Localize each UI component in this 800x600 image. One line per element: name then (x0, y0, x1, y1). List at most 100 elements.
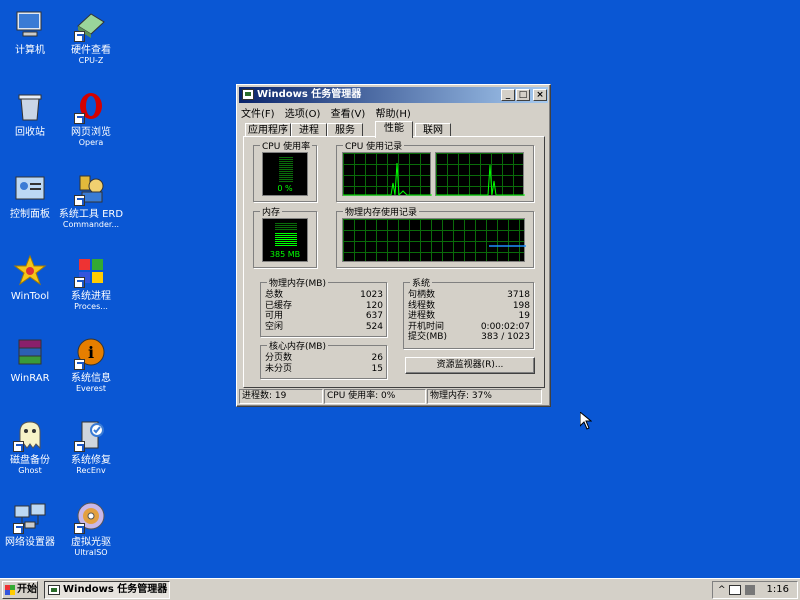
memory-history-group: 物理内存使用记录 (336, 205, 534, 268)
desktop-icon-opera[interactable]: 网页浏览 Opera (56, 90, 126, 147)
desktop-icon-label: 系统进程 (71, 291, 111, 302)
kernel-memory-list: 分页数 26 未分页 15 (265, 353, 383, 374)
tab-networking[interactable]: 联网 (415, 123, 451, 137)
cpu-usage-group: CPU 使用率 0 % (253, 139, 317, 202)
list-item: 线程数 198 (408, 300, 530, 311)
menu-options[interactable]: 选项(O) (285, 109, 321, 120)
desktop-icon-sublabel: RecEnv (76, 466, 106, 475)
start-button[interactable]: 开始 (2, 581, 38, 599)
shortcut-arrow-icon (74, 441, 85, 452)
shortcut-arrow-icon (74, 523, 85, 534)
desktop-icon-sublabel: Everest (75, 384, 107, 393)
list-item: 空闲 524 (265, 321, 383, 332)
recycle-bin-icon (13, 90, 47, 124)
desktop-icon-label: 系统信息 (71, 373, 111, 384)
resource-monitor-button[interactable]: 资源监视器(R)... (405, 357, 535, 374)
window-titlebar[interactable]: Windows 任务管理器 _ □ × (239, 87, 548, 103)
window-title: Windows 任务管理器 (257, 89, 362, 100)
list-item: 总数 1023 (265, 290, 383, 300)
list-item: 分页数 26 (265, 353, 383, 363)
kernel-memory-title: 核心内存(MB) (267, 339, 328, 352)
shortcut-arrow-icon (74, 277, 85, 288)
tab-processes[interactable]: 进程 (291, 123, 327, 137)
memory-group: 内存 385 MB (253, 205, 317, 268)
winrar-icon (13, 336, 47, 370)
desktop-icon-sublabel: CPU-Z (78, 56, 104, 65)
performance-panel: CPU 使用率 0 % CPU 使用记录 内存 385 MB 物理内存使用记录 … (243, 136, 545, 388)
shortcut-arrow-icon (13, 523, 24, 534)
cpu-usage-meter: 0 % (262, 152, 308, 196)
desktop-icon-erd[interactable]: 系统工具 ERD Commander... (56, 172, 126, 229)
shortcut-arrow-icon (74, 113, 85, 124)
system-group: 系统 句柄数 3718 线程数 198 进程数 19 开机时间 0:00:02:07 提… (403, 276, 534, 349)
start-label: 开始 (17, 584, 37, 595)
desktop-icon-label: 虚拟光驱 (71, 537, 111, 548)
desktop-icon-ultraiso[interactable]: 虚拟光驱 UltraISO (56, 500, 126, 557)
desktop-icon-sublabel: Commander... (62, 220, 120, 229)
tab-performance[interactable]: 性能 (375, 121, 413, 138)
desktop-icon-label: 网页浏览 (71, 127, 111, 138)
shortcut-arrow-icon (74, 359, 85, 370)
taskbar-button-task-manager[interactable]: Windows 任务管理器 (44, 581, 170, 599)
tab-services[interactable]: 服务 (327, 123, 363, 137)
desktop-icon-label: 系统修复 (71, 455, 111, 466)
network-status-icon[interactable] (729, 585, 741, 595)
info-icon: i (74, 336, 108, 370)
list-item: 已缓存 120 (265, 300, 383, 311)
network-icon (13, 500, 47, 534)
cpu-history-title: CPU 使用记录 (343, 139, 405, 152)
list-item: 提交(MB) 383 / 1023 (408, 332, 530, 342)
list-item: 未分页 15 (265, 363, 383, 374)
taskbar-button-label: Windows 任务管理器 (63, 584, 168, 595)
desktop-icon-process[interactable]: 系统进程 Proces... (56, 254, 126, 311)
ghost-icon (13, 418, 47, 452)
list-item: 开机时间 0:00:02:07 (408, 321, 530, 332)
shortcut-arrow-icon (74, 195, 85, 206)
menu-file[interactable]: 文件(F) (241, 109, 275, 120)
minimize-button[interactable]: _ (501, 89, 515, 101)
physical-memory-list: 总数 1023 已缓存 120 可用 637 空闲 524 (265, 290, 383, 332)
status-memory: 物理内存: 37% (427, 389, 542, 404)
desktop-icon-recenv[interactable]: 系统修复 RecEnv (56, 418, 126, 475)
status-processes: 进程数: 19 (239, 389, 323, 404)
cpu-usage-title: CPU 使用率 (260, 139, 313, 152)
mouse-cursor-icon (580, 412, 592, 430)
menu-view[interactable]: 查看(V) (331, 109, 366, 120)
desktop-icon-sublabel: Opera (78, 138, 104, 147)
menu-help[interactable]: 帮助(H) (375, 109, 410, 120)
computer-icon (13, 8, 47, 42)
desktop-icon-cpuz[interactable]: 硬件查看 CPU-Z (56, 8, 126, 65)
list-item: 进程数 19 (408, 311, 530, 321)
control-panel-icon (13, 172, 47, 206)
svg-text:i: i (88, 343, 94, 362)
cpu-history-graph-1 (342, 152, 432, 197)
system-list: 句柄数 3718 线程数 198 进程数 19 开机时间 0:00:02:07 提交(M… (408, 290, 530, 343)
system-tray: ^ 1:16 (712, 581, 798, 599)
tray-expand-icon[interactable]: ^ (718, 582, 726, 598)
cd-disc-icon (74, 500, 108, 534)
physical-memory-group: 物理内存(MB) 总数 1023 已缓存 120 可用 637 空闲 524 (260, 276, 387, 337)
desktop-icon-label: 系统工具 ERD (58, 209, 124, 220)
memory-title: 内存 (260, 205, 283, 218)
sound-icon[interactable] (745, 585, 755, 595)
menu-bar: 文件(F) 选项(O) 查看(V) 帮助(H) (241, 105, 418, 120)
tab-applications[interactable]: 应用程序 (245, 123, 291, 137)
task-manager-window[interactable]: Windows 任务管理器 _ □ × 文件(F) 选项(O) 查看(V) 帮助… (236, 84, 551, 407)
close-button[interactable]: × (533, 89, 547, 101)
desktop-icon-label: 硬件查看 (71, 45, 111, 56)
clock[interactable]: 1:16 (767, 582, 789, 598)
windows-flag-icon (74, 254, 108, 288)
opera-icon (74, 90, 108, 124)
memory-history-graph (342, 218, 526, 262)
maximize-button[interactable]: □ (516, 89, 530, 101)
shortcut-arrow-icon (74, 31, 85, 42)
cpuz-icon (74, 8, 108, 42)
cpu-usage-value: 0 % (277, 184, 293, 193)
list-item: 可用 637 (265, 311, 383, 321)
physical-memory-title: 物理内存(MB) (267, 276, 328, 289)
system-repair-icon (74, 418, 108, 452)
memory-value: 385 MB (269, 250, 301, 259)
desktop-icon-everest[interactable]: i 系统信息 Everest (56, 336, 126, 393)
shortcut-arrow-icon (13, 441, 24, 452)
memory-meter: 385 MB (262, 218, 308, 262)
